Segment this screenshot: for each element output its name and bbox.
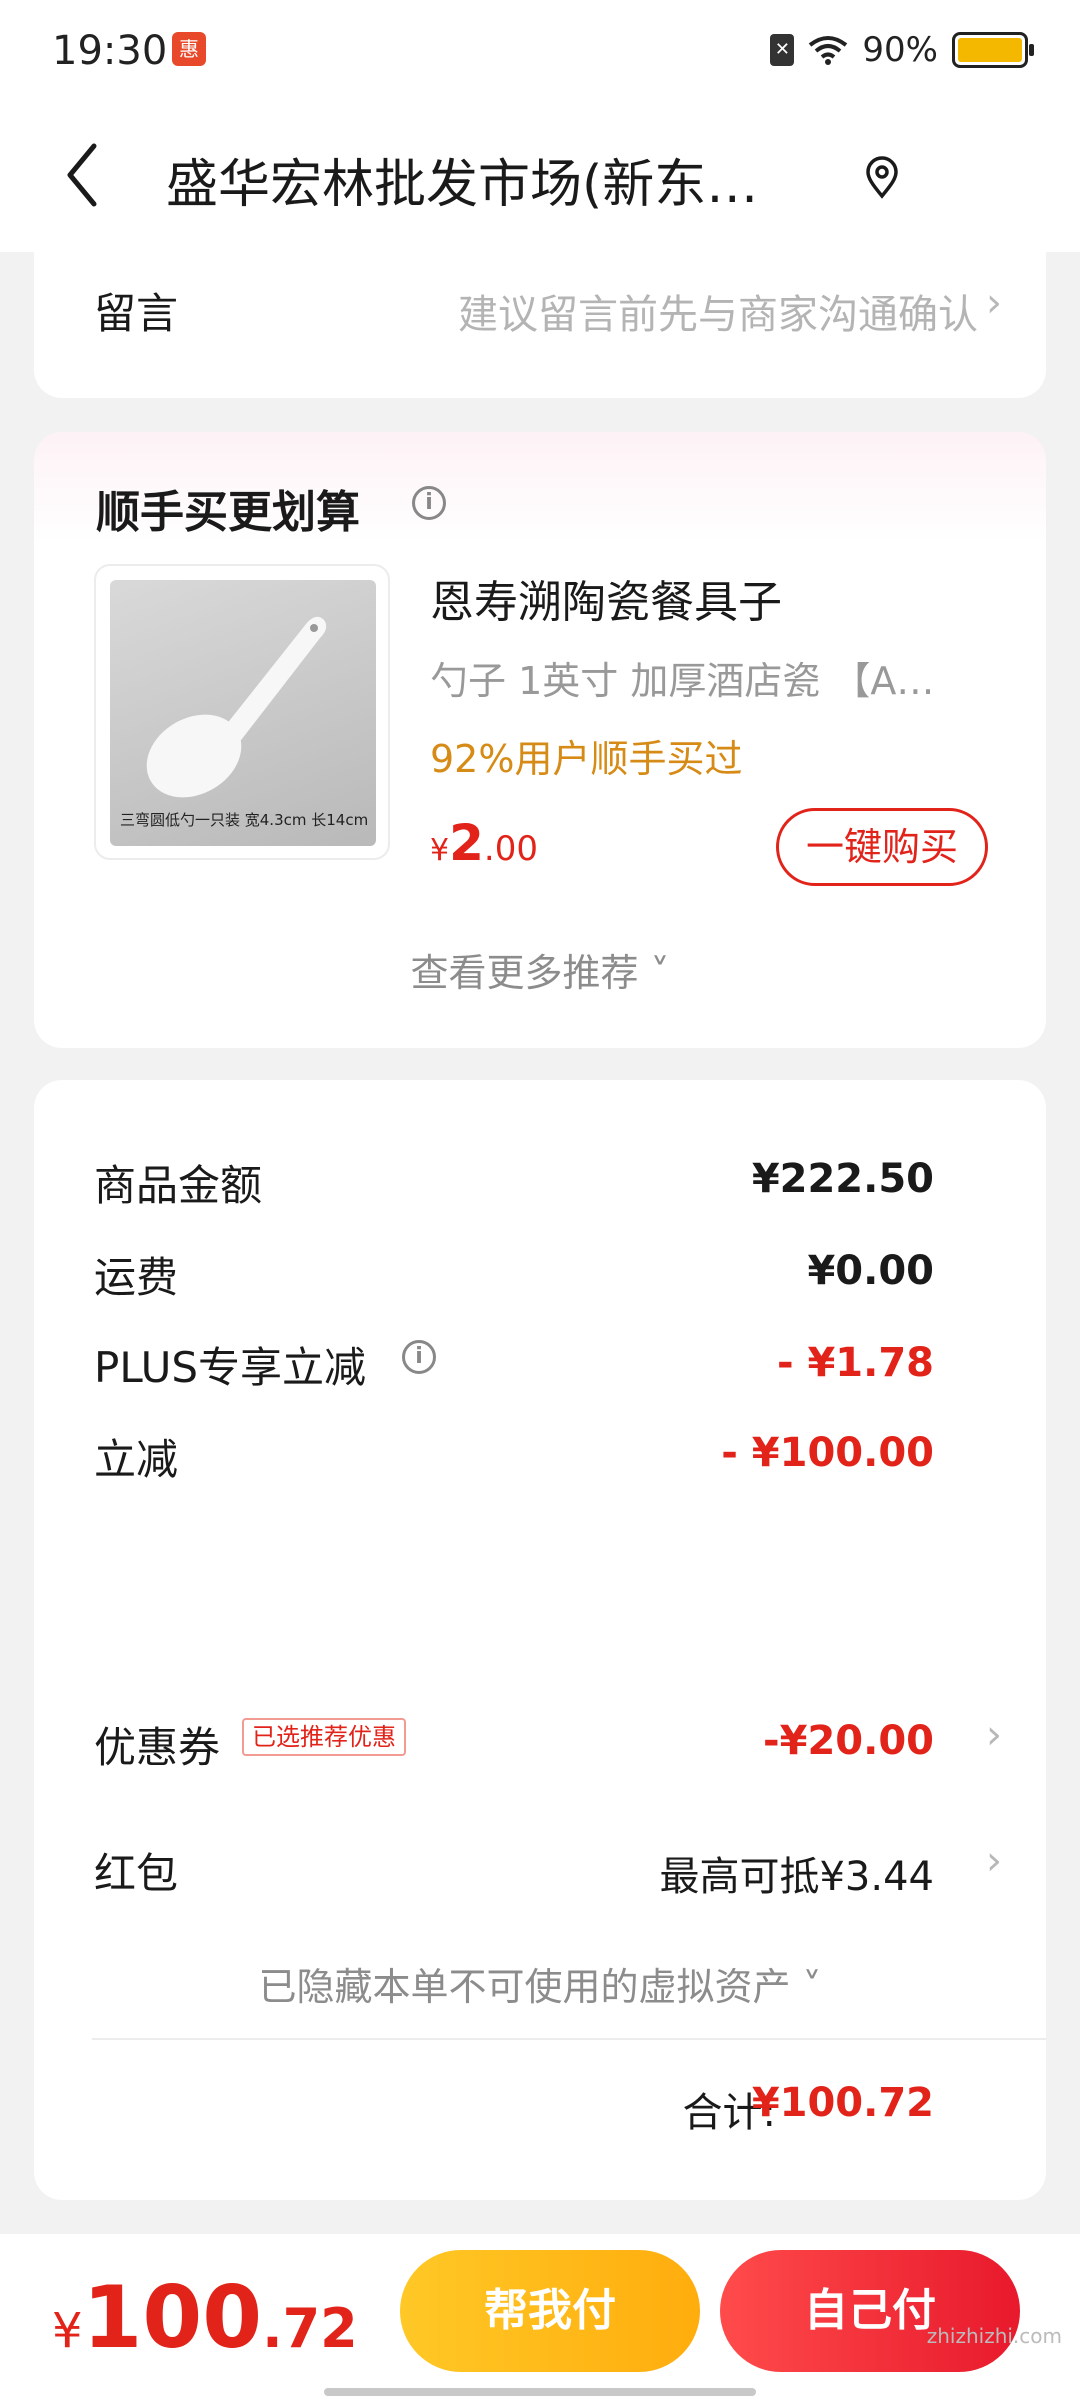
coupon-selected-badge: 已选推荐优惠 xyxy=(242,1718,406,1756)
price-symbol: ¥ xyxy=(430,833,450,868)
subtotal-label: 商品金额 xyxy=(94,1161,263,1210)
product-social-proof: 92%用户顺手买过 xyxy=(430,737,743,781)
shipping-label: 运费 xyxy=(94,1253,179,1302)
divider xyxy=(92,2038,1046,2040)
instant-discount-label: 立减 xyxy=(94,1435,179,1484)
product-specs: 勺子 1英寸 加厚酒店瓷 【A… xyxy=(430,659,935,703)
status-bar: 19:30 惠 ✕ 90% xyxy=(0,0,1080,100)
hidden-assets-toggle[interactable]: 已隐藏本单不可使用的虚拟资产 ˅ xyxy=(34,1956,1046,2011)
message-input[interactable]: 建议留言前先与商家沟通确认 xyxy=(458,282,978,340)
message-label: 留言 xyxy=(94,289,179,338)
watermark: zhizhizhi.com xyxy=(926,2324,1062,2348)
home-indicator[interactable] xyxy=(324,2388,756,2396)
instant-discount-value: - ¥100.00 xyxy=(721,1430,934,1476)
one-click-buy-button[interactable]: 一键购买 xyxy=(776,808,988,886)
recommend-title: 顺手买更划算 xyxy=(96,487,360,538)
price-decimal: .00 xyxy=(483,829,538,869)
total-decimal: .72 xyxy=(262,2297,358,2360)
status-indicators: ✕ 90% xyxy=(770,28,1034,72)
info-icon[interactable]: i xyxy=(402,1340,436,1374)
message-card[interactable]: 留言 建议留言前先与商家沟通确认 › xyxy=(34,230,1046,398)
status-time: 19:30 xyxy=(52,28,168,74)
checkout-bar: ¥100.72 帮我付 自己付 zhizhizhi.com xyxy=(0,2234,1080,2400)
order-summary-card: 商品金额 ¥222.50 运费 ¥0.00 PLUS专享立减 i - ¥1.78… xyxy=(34,1080,1046,2200)
plus-discount-label: PLUS专享立减 xyxy=(94,1343,367,1392)
red-packet-label[interactable]: 红包 xyxy=(94,1840,178,1901)
location-pin-icon[interactable] xyxy=(862,156,902,200)
total-symbol: ¥ xyxy=(52,2303,83,2359)
battery-percent: 90% xyxy=(862,30,938,70)
shipping-value: ¥0.00 xyxy=(807,1248,934,1294)
shop-title: 盛华宏林批发市场(新东… xyxy=(166,155,759,215)
app-notification-icon: 惠 xyxy=(172,32,206,66)
checkout-total: ¥100.72 xyxy=(52,2268,358,2368)
product-name[interactable]: 恩寿溯陶瓷餐具子 xyxy=(430,566,782,630)
coupon-label[interactable]: 优惠券 xyxy=(94,1714,220,1775)
recommend-card: 顺手买更划算 i 三弯圆低勺一只装 宽4.3cm 长14cm 恩寿溯陶瓷餐具子 … xyxy=(34,432,1046,1048)
chevron-right-icon: › xyxy=(986,1838,1002,1884)
product-photo xyxy=(110,580,376,846)
help-me-pay-button[interactable]: 帮我付 xyxy=(400,2250,700,2372)
subtotal-value: ¥222.50 xyxy=(751,1156,934,1202)
product-image[interactable]: 三弯圆低勺一只装 宽4.3cm 长14cm xyxy=(94,564,390,860)
red-packet-value[interactable]: 最高可抵¥3.44 xyxy=(659,1844,934,1902)
product-image-caption: 三弯圆低勺一只装 宽4.3cm 长14cm xyxy=(120,811,369,829)
total-value: ¥100.72 xyxy=(751,2080,934,2126)
product-price: ¥2.00 xyxy=(430,814,538,872)
price-integer: 2 xyxy=(449,814,484,872)
plus-discount-value: - ¥1.78 xyxy=(776,1340,934,1386)
coupon-value[interactable]: -¥20.00 xyxy=(763,1718,934,1764)
battery-icon xyxy=(952,32,1034,68)
pay-myself-button[interactable]: 自己付 xyxy=(720,2250,1020,2372)
info-icon[interactable]: i xyxy=(412,486,446,520)
sim-icon: ✕ xyxy=(770,34,795,66)
spoon-illustration xyxy=(146,616,327,798)
chevron-right-icon: › xyxy=(986,1712,1002,1758)
chevron-left-icon[interactable] xyxy=(60,140,110,210)
chevron-right-icon: › xyxy=(986,280,1002,326)
wifi-icon xyxy=(809,36,848,65)
total-integer: 100 xyxy=(82,2268,263,2368)
more-recommendations-link[interactable]: 查看更多推荐 ˅ xyxy=(34,942,1046,997)
